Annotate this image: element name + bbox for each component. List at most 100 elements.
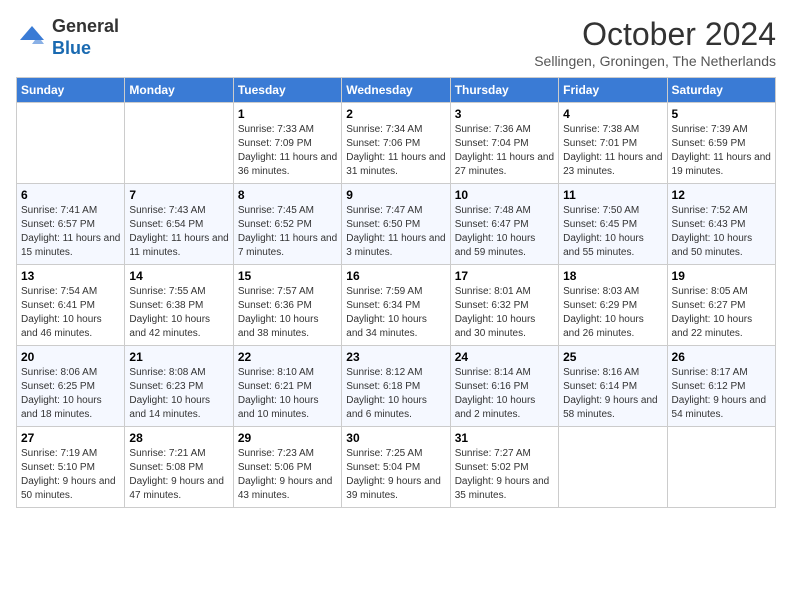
day-info: Sunrise: 8:01 AM Sunset: 6:32 PM Dayligh… [455,285,554,341]
calendar-week-row: 13Sunrise: 7:54 AM Sunset: 6:41 PM Dayli… [17,265,776,346]
logo: General Blue [16,16,119,59]
day-info: Sunrise: 7:55 AM Sunset: 6:38 PM Dayligh… [129,285,228,341]
calendar-cell: 3 Sunrise: 7:36 AM Sunset: 7:04 PM Daylig… [450,103,558,184]
calendar-cell: 28Sunrise: 7:21 AM Sunset: 5:08 PM Dayli… [125,427,233,508]
calendar-cell: 5Sunrise: 7:39 AM Sunset: 6:59 PM Daylig… [667,103,775,184]
day-info: Sunrise: 7:36 AM Sunset: 7:04 PM Dayligh… [455,123,554,179]
title-block: October 2024 Sellingen, Groningen, The N… [534,16,776,69]
day-number: 11 [563,188,662,202]
calendar-cell: 11 Sunrise: 7:50 AM Sunset: 6:45 PM Dayli… [559,184,667,265]
weekday-header-friday: Friday [559,78,667,103]
day-info: Sunrise: 7:47 AM Sunset: 6:50 PM Dayligh… [346,204,445,260]
month-title: October 2024 [534,16,776,53]
day-number: 1 [238,107,337,121]
weekday-header-sunday: Sunday [17,78,125,103]
day-info: Sunrise: 8:06 AM Sunset: 6:25 PM Dayligh… [21,366,120,422]
weekday-header-thursday: Thursday [450,78,558,103]
day-info: Sunrise: 7:19 AM Sunset: 5:10 PM Dayligh… [21,447,120,503]
day-number: 6 [21,188,120,202]
calendar-cell: 16Sunrise: 7:59 AM Sunset: 6:34 PM Dayli… [342,265,450,346]
calendar-cell: 30 Sunrise: 7:25 AM Sunset: 5:04 PM Dayli… [342,427,450,508]
day-number: 8 [238,188,337,202]
day-number: 28 [129,431,228,445]
day-number: 3 [455,107,554,121]
day-info: Sunrise: 7:52 AM Sunset: 6:43 PM Dayligh… [672,204,771,260]
calendar-cell: 15 Sunrise: 7:57 AM Sunset: 6:36 PM Dayli… [233,265,341,346]
day-info: Sunrise: 8:03 AM Sunset: 6:29 PM Dayligh… [563,285,662,341]
weekday-header-row: SundayMondayTuesdayWednesdayThursdayFrid… [17,78,776,103]
day-info: Sunrise: 7:57 AM Sunset: 6:36 PM Dayligh… [238,285,337,341]
day-info: Sunrise: 8:14 AM Sunset: 6:16 PM Dayligh… [455,366,554,422]
calendar-cell: 31 Sunrise: 7:27 AM Sunset: 5:02 PM Dayli… [450,427,558,508]
day-info: Sunrise: 7:38 AM Sunset: 7:01 PM Dayligh… [563,123,662,179]
day-info: Sunrise: 8:08 AM Sunset: 6:23 PM Dayligh… [129,366,228,422]
calendar-cell: 13Sunrise: 7:54 AM Sunset: 6:41 PM Dayli… [17,265,125,346]
day-info: Sunrise: 7:50 AM Sunset: 6:45 PM Dayligh… [563,204,662,260]
calendar-cell: 17 Sunrise: 8:01 AM Sunset: 6:32 PM Dayli… [450,265,558,346]
calendar-cell: 8 Sunrise: 7:45 AM Sunset: 6:52 PM Daylig… [233,184,341,265]
calendar-cell: 27 Sunrise: 7:19 AM Sunset: 5:10 PM Dayli… [17,427,125,508]
calendar-cell: 12 Sunrise: 7:52 AM Sunset: 6:43 PM Dayli… [667,184,775,265]
day-number: 31 [455,431,554,445]
day-number: 30 [346,431,445,445]
calendar-cell: 18 Sunrise: 8:03 AM Sunset: 6:29 PM Dayli… [559,265,667,346]
calendar-week-row: 6 Sunrise: 7:41 AM Sunset: 6:57 PM Daylig… [17,184,776,265]
day-number: 16 [346,269,445,283]
day-info: Sunrise: 7:41 AM Sunset: 6:57 PM Dayligh… [21,204,120,260]
day-number: 18 [563,269,662,283]
day-number: 15 [238,269,337,283]
logo-general-text: General [52,16,119,36]
day-info: Sunrise: 8:05 AM Sunset: 6:27 PM Dayligh… [672,285,771,341]
day-number: 12 [672,188,771,202]
page-header: General Blue October 2024 Sellingen, Gro… [16,16,776,69]
calendar-cell [559,427,667,508]
day-number: 21 [129,350,228,364]
day-info: Sunrise: 7:34 AM Sunset: 7:06 PM Dayligh… [346,123,445,179]
day-number: 10 [455,188,554,202]
weekday-header-wednesday: Wednesday [342,78,450,103]
day-number: 5 [672,107,771,121]
calendar-cell: 19 Sunrise: 8:05 AM Sunset: 6:27 PM Dayli… [667,265,775,346]
day-info: Sunrise: 7:25 AM Sunset: 5:04 PM Dayligh… [346,447,445,503]
subtitle: Sellingen, Groningen, The Netherlands [534,53,776,69]
calendar-table: SundayMondayTuesdayWednesdayThursdayFrid… [16,77,776,508]
day-number: 17 [455,269,554,283]
calendar-cell: 7 Sunrise: 7:43 AM Sunset: 6:54 PM Daylig… [125,184,233,265]
calendar-cell: 2 Sunrise: 7:34 AM Sunset: 7:06 PM Daylig… [342,103,450,184]
day-number: 2 [346,107,445,121]
day-number: 24 [455,350,554,364]
logo-blue-text: Blue [52,38,91,58]
day-number: 7 [129,188,228,202]
day-number: 20 [21,350,120,364]
day-number: 26 [672,350,771,364]
day-number: 19 [672,269,771,283]
logo-icon [16,22,48,54]
calendar-cell: 22Sunrise: 8:10 AM Sunset: 6:21 PM Dayli… [233,346,341,427]
day-number: 27 [21,431,120,445]
day-number: 29 [238,431,337,445]
day-number: 9 [346,188,445,202]
calendar-cell [667,427,775,508]
day-number: 25 [563,350,662,364]
weekday-header-monday: Monday [125,78,233,103]
calendar-cell: 21 Sunrise: 8:08 AM Sunset: 6:23 PM Dayli… [125,346,233,427]
calendar-cell: 9 Sunrise: 7:47 AM Sunset: 6:50 PM Daylig… [342,184,450,265]
calendar-cell: 29Sunrise: 7:23 AM Sunset: 5:06 PM Dayli… [233,427,341,508]
calendar-cell: 10 Sunrise: 7:48 AM Sunset: 6:47 PM Dayli… [450,184,558,265]
day-info: Sunrise: 7:43 AM Sunset: 6:54 PM Dayligh… [129,204,228,260]
day-info: Sunrise: 7:27 AM Sunset: 5:02 PM Dayligh… [455,447,554,503]
day-number: 14 [129,269,228,283]
day-info: Sunrise: 7:45 AM Sunset: 6:52 PM Dayligh… [238,204,337,260]
day-number: 13 [21,269,120,283]
calendar-week-row: 20 Sunrise: 8:06 AM Sunset: 6:25 PM Dayli… [17,346,776,427]
day-info: Sunrise: 8:16 AM Sunset: 6:14 PM Dayligh… [563,366,662,422]
weekday-header-tuesday: Tuesday [233,78,341,103]
calendar-cell: 20 Sunrise: 8:06 AM Sunset: 6:25 PM Dayli… [17,346,125,427]
day-info: Sunrise: 7:33 AM Sunset: 7:09 PM Dayligh… [238,123,337,179]
calendar-cell: 24 Sunrise: 8:14 AM Sunset: 6:16 PM Dayli… [450,346,558,427]
day-number: 22 [238,350,337,364]
calendar-cell: 23Sunrise: 8:12 AM Sunset: 6:18 PM Dayli… [342,346,450,427]
calendar-cell: 25 Sunrise: 8:16 AM Sunset: 6:14 PM Dayli… [559,346,667,427]
day-info: Sunrise: 7:48 AM Sunset: 6:47 PM Dayligh… [455,204,554,260]
calendar-cell: 1 Sunrise: 7:33 AM Sunset: 7:09 PM Daylig… [233,103,341,184]
